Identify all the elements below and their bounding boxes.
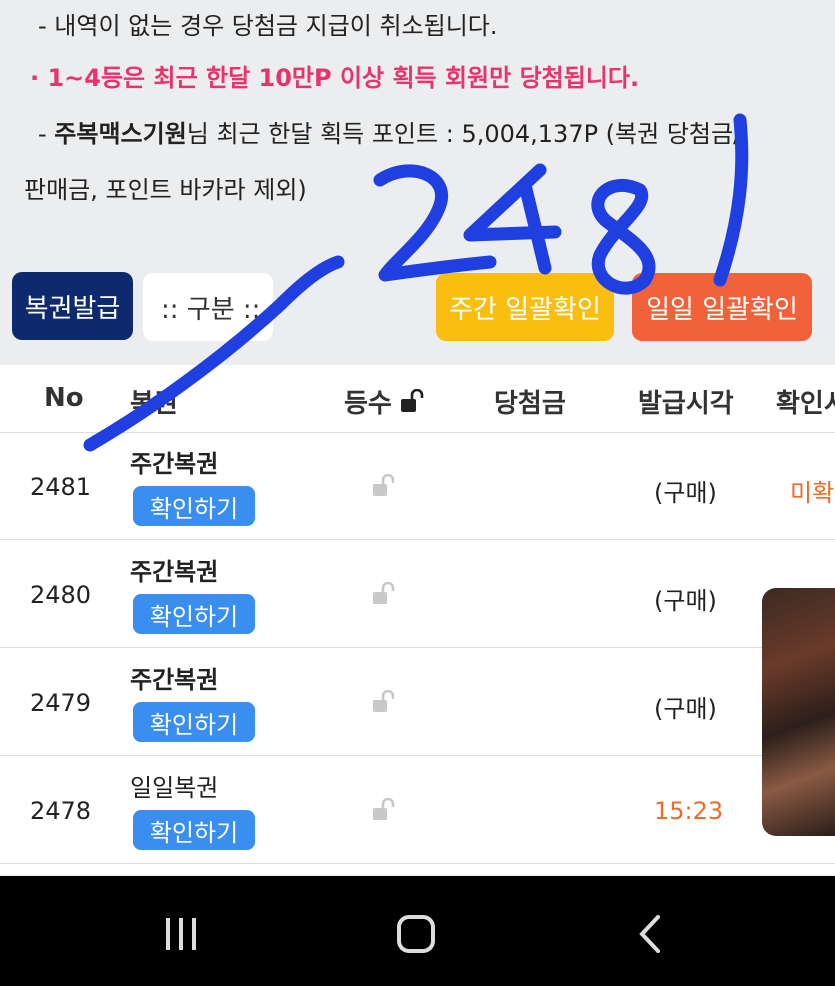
check-button[interactable]: 확인하기 (133, 702, 255, 742)
table-row: 2480 주간복권 확인하기 (구매) 미확 (0, 540, 835, 648)
notice-dash: - (38, 120, 55, 148)
lock-open-icon (373, 798, 395, 820)
header-type: 복권 (130, 389, 178, 419)
lock-open-icon (373, 690, 395, 712)
category-select[interactable]: :: 구분 :: (143, 273, 273, 341)
row-time: (구매) (654, 479, 717, 507)
table-row: 2478 일일복권 확인하기 15:23 (0, 756, 835, 864)
daily-bulk-check-button[interactable]: 일일 일괄확인 (632, 273, 812, 341)
row-type: 주간복권 (130, 666, 219, 694)
lock-open-icon (373, 474, 395, 496)
notice-line-4: 판매금, 포인트 바카라 제외) (24, 176, 307, 204)
row-no: 2478 (30, 797, 92, 825)
check-button[interactable]: 확인하기 (133, 486, 255, 526)
notice-panel: - 내역이 없는 경우 당첨금 지급이 취소됩니다. · 1~4등은 최근 한달… (0, 0, 835, 365)
floating-video-thumbnail[interactable] (762, 588, 835, 836)
header-confirm: 확인시 (776, 389, 835, 419)
header-rank[interactable]: 등수 (344, 383, 392, 420)
weekly-bulk-check-button[interactable]: 주간 일괄확인 (436, 273, 614, 341)
check-button[interactable]: 확인하기 (133, 594, 255, 634)
row-type: 일일복권 (130, 774, 219, 802)
row-no: 2481 (30, 473, 92, 501)
lottery-table: No 복권 등수 당첨금 발급시각 확인시 2481 주간복권 확인하기 (구매… (0, 365, 835, 875)
header-time: 발급시각 (638, 389, 734, 419)
row-no: 2480 (30, 581, 92, 609)
header-prize: 당첨금 (494, 389, 566, 419)
row-no: 2479 (30, 689, 92, 717)
table-header: No 복권 등수 당첨금 발급시각 확인시 (0, 365, 835, 433)
notice-points: 님 최근 한달 획득 포인트 : 5,004,137P (복권 당첨금/ (186, 120, 742, 148)
system-navigation-bar (0, 876, 835, 986)
row-time: (구매) (654, 695, 717, 723)
issue-lottery-button[interactable]: 복권발급 (12, 272, 133, 340)
row-time: (구매) (654, 587, 717, 615)
check-button[interactable]: 확인하기 (133, 810, 255, 850)
notice-line-1: - 내역이 없는 경우 당첨금 지급이 취소됩니다. (38, 12, 498, 40)
table-row: 2479 주간복권 확인하기 (구매) (0, 648, 835, 756)
lock-open-icon (373, 582, 395, 604)
header-no: No (44, 383, 84, 413)
row-type: 주간복권 (130, 558, 219, 586)
row-confirm: 미확 (790, 479, 835, 507)
back-icon[interactable] (636, 914, 664, 954)
home-icon[interactable] (396, 914, 436, 954)
table-row: 2481 주간복권 확인하기 (구매) 미확 (0, 432, 835, 540)
row-time: 15:23 (654, 797, 724, 825)
notice-line-3: - 주복맥스기원님 최근 한달 획득 포인트 : 5,004,137P (복권 … (38, 114, 741, 149)
member-name: 주복맥스기원 (54, 120, 187, 148)
notice-line-2: · 1~4등은 최근 한달 10만P 이상 획득 회원만 당첨됩니다. (30, 64, 640, 92)
lock-open-icon[interactable] (400, 389, 426, 413)
row-type: 주간복권 (130, 450, 219, 478)
recents-icon[interactable] (163, 916, 199, 952)
